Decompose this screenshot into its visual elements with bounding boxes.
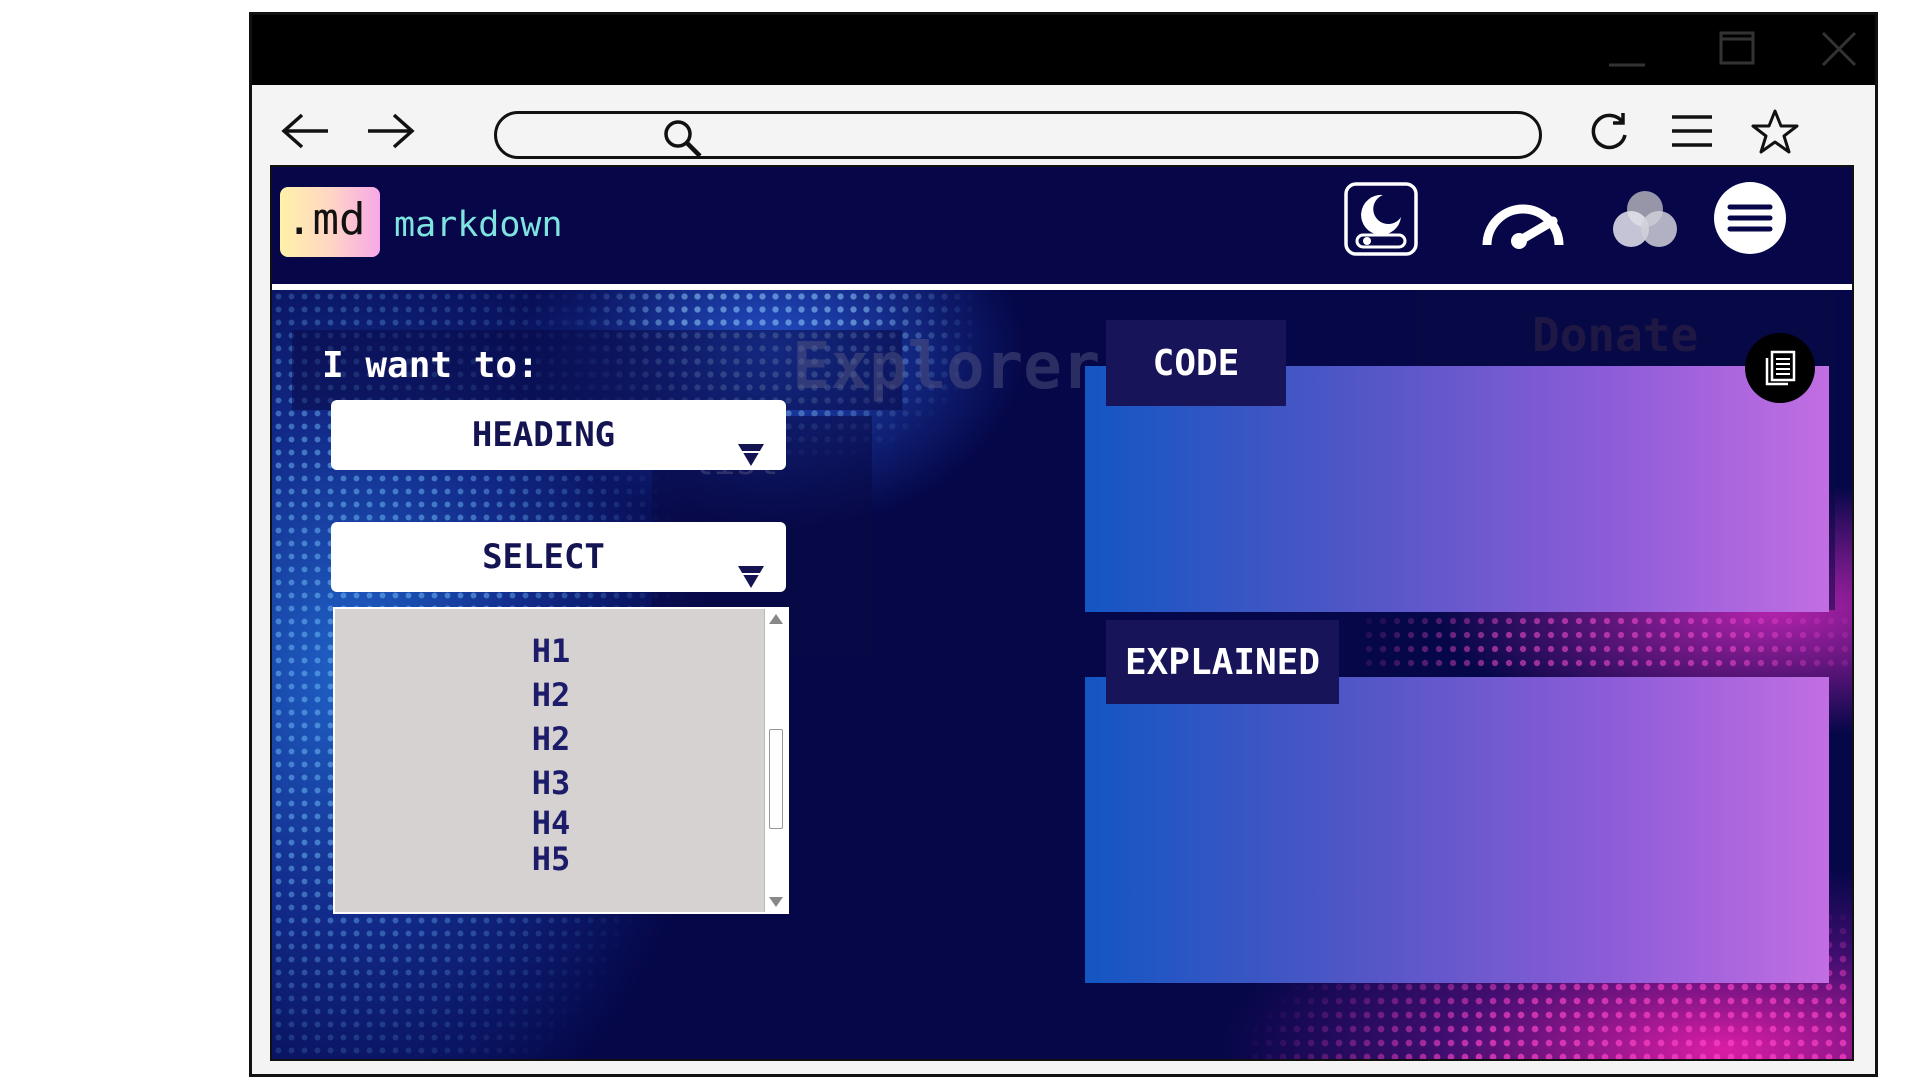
forward-arrow-icon [368,113,415,149]
search-icon [662,118,704,164]
minimize-icon [1609,63,1645,67]
list-item[interactable]: H2 [335,717,767,761]
code-tab[interactable]: CODE [1106,320,1286,406]
scrollbar-thumb[interactable] [769,729,783,829]
heading-level-listbox[interactable]: H1 H2 H2 H3 H4 H5 [333,607,789,914]
copy-code-button[interactable] [1745,333,1815,403]
theme-button[interactable] [1609,185,1681,257]
close-icon [1821,31,1857,67]
listbox-options: H1 H2 H2 H3 H4 H5 [335,629,767,877]
star-icon [1751,109,1799,154]
color-blend-icon [1613,191,1677,247]
type-dropdown[interactable]: SELECT [331,522,786,592]
address-bar[interactable] [494,111,1542,159]
window-titlebar [252,15,1875,85]
main-content: Explorer list Donate I want to: HEADING … [272,290,1852,1059]
browser-window: .md markdown Explorer Donate I want to: … [249,12,1878,1077]
logo-text[interactable]: markdown [394,205,563,245]
site-menu-button[interactable] [1713,181,1787,255]
type-dropdown-value: SELECT [482,537,605,577]
dark-mode-toggle-icon [1344,182,1418,256]
background-donate-text: Donate [1532,308,1699,362]
back-arrow-icon [281,113,328,149]
site-header: .md markdown [272,167,1852,285]
menu-icon [1714,182,1786,254]
page-viewport: .md markdown Explorer Donate I want to: … [270,165,1854,1061]
action-dropdown[interactable]: HEADING [331,400,786,470]
maximize-icon [1719,31,1755,65]
action-dropdown-value: HEADING [471,415,616,455]
maximize-button[interactable] [1715,29,1759,69]
list-item[interactable]: H3 [335,761,767,805]
scroll-down-icon[interactable] [765,894,787,910]
browser-menu-button[interactable] [1666,105,1718,157]
browser-toolbar [252,85,1875,175]
reload-button[interactable] [1583,105,1635,157]
minimize-button[interactable] [1605,29,1649,69]
forward-button[interactable] [364,105,416,157]
background-explorer-text: Explorer [792,330,1101,404]
chevron-down-icon [736,422,766,492]
scroll-up-icon[interactable] [765,611,787,627]
listbox-scrollbar[interactable] [764,609,787,912]
chevron-down-icon [736,544,766,614]
reload-icon [1591,113,1627,150]
list-item[interactable]: H2 [335,673,767,717]
list-item[interactable]: H1 [335,629,767,673]
bookmark-button[interactable] [1749,105,1801,157]
copy-document-icon [1765,350,1796,386]
list-item[interactable]: H5 [335,841,767,877]
hamburger-menu-icon [1672,115,1712,147]
explanation-panel[interactable] [1085,677,1829,983]
list-item[interactable]: H4 [335,805,767,841]
logo-badge[interactable]: .md [280,187,380,257]
speedometer-icon [1482,204,1564,249]
explained-tab[interactable]: EXPLAINED [1106,620,1339,704]
prompt-label: I want to: [322,345,539,386]
speed-button[interactable] [1479,185,1567,257]
close-window-button[interactable] [1817,29,1861,69]
dark-mode-toggle-button[interactable] [1343,181,1419,257]
back-button[interactable] [280,105,332,157]
